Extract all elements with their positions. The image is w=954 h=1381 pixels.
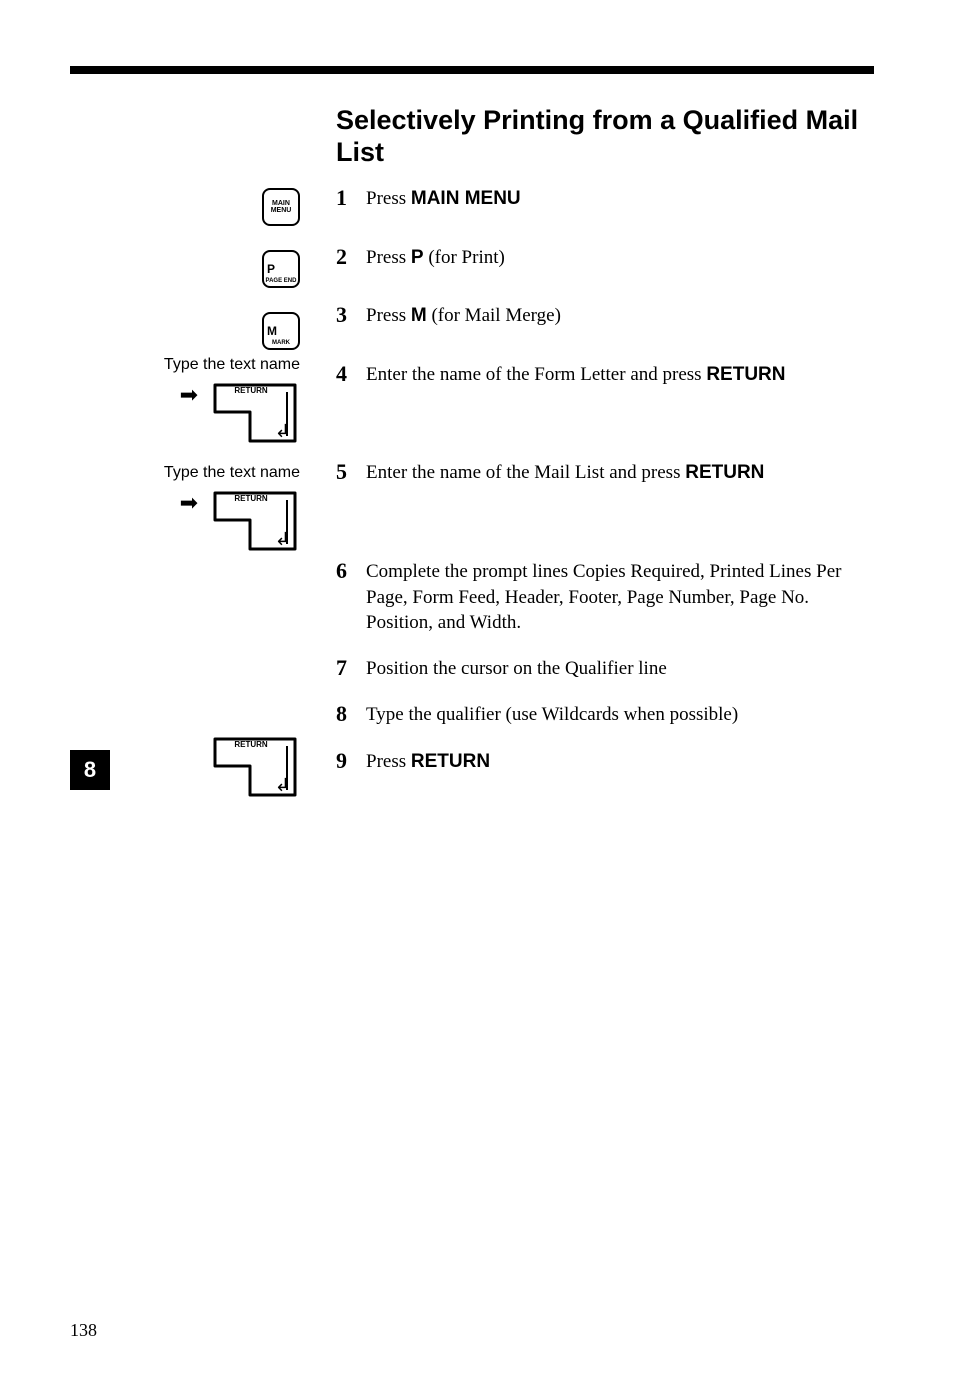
arrow-right-icon: ➡: [180, 384, 198, 406]
enter-arrow-icon: ↲: [275, 776, 290, 794]
step-post: (for Mail Merge): [427, 305, 561, 326]
step-text: Position the cursor on the Qualifier lin…: [366, 654, 876, 682]
chapter-tab: 8: [70, 750, 110, 790]
step-number: 6: [336, 557, 366, 586]
step-pre: Enter the name of the Mail List and pres…: [366, 462, 685, 483]
step-pre: Position the cursor on the Qualifier lin…: [366, 658, 667, 679]
step-row: 6 Complete the prompt lines Copies Requi…: [336, 557, 876, 636]
step-pre: Type the qualifier (use Wildcards when p…: [366, 704, 738, 725]
key-label: M: [264, 325, 277, 337]
key-label: MENU: [271, 207, 292, 214]
step-text: Press P (for Print): [366, 243, 876, 271]
step-text: Press MAIN MENU: [366, 184, 876, 212]
step-post: (for Print): [424, 247, 505, 268]
step-bold: RETURN: [685, 462, 764, 483]
step-text: Type the qualifier (use Wildcards when p…: [366, 700, 876, 728]
key-label: RETURN: [210, 386, 292, 395]
arrow-right-icon: ➡: [180, 492, 198, 514]
key-label: P: [264, 263, 275, 275]
step-number: 7: [336, 654, 366, 683]
caption-type-text-name: Type the text name: [70, 356, 310, 374]
step-text: Press M (for Mail Merge): [366, 301, 876, 329]
step-row: 5 Enter the name of the Mail List and pr…: [336, 458, 876, 487]
page-number: 138: [70, 1320, 97, 1341]
step-bold: P: [411, 247, 424, 268]
step-number: 1: [336, 184, 366, 213]
step-row: 9 Press RETURN: [336, 747, 876, 776]
step-pre: Complete the prompt lines Copies Require…: [366, 561, 841, 633]
enter-arrow-icon: ↲: [275, 422, 290, 440]
step-number: 9: [336, 747, 366, 776]
caption-type-text-name: Type the text name: [70, 464, 310, 482]
step-text: Enter the name of the Mail List and pres…: [366, 458, 876, 486]
key-sublabel: MARK: [264, 340, 298, 346]
step-row: 1 Press MAIN MENU: [336, 184, 876, 213]
step-bold: MAIN MENU: [411, 188, 521, 209]
step-number: 8: [336, 700, 366, 729]
return-key-icon: RETURN ↲: [210, 488, 300, 554]
step-row: 2 Press P (for Print): [336, 243, 876, 272]
p-key-icon: P PAGE END: [262, 250, 300, 288]
step-number: 4: [336, 360, 366, 389]
key-sublabel: PAGE END: [264, 278, 298, 284]
step-number: 2: [336, 243, 366, 272]
page-title: Selectively Printing from a Qualified Ma…: [336, 104, 876, 169]
right-column: 1 Press MAIN MENU 2 Press P (for Print) …: [336, 184, 876, 776]
step-number: 3: [336, 301, 366, 330]
step-row: 4 Enter the name of the Form Letter and …: [336, 360, 876, 389]
step-pre: Press: [366, 247, 411, 268]
step-bold: RETURN: [411, 751, 490, 772]
top-rule: [70, 66, 874, 74]
key-label: MAIN: [272, 200, 290, 207]
step-row: 8 Type the qualifier (use Wildcards when…: [336, 700, 876, 729]
step-text: Press RETURN: [366, 747, 876, 775]
main-menu-key-icon: MAIN MENU: [262, 188, 300, 226]
return-key-icon: RETURN ↲: [210, 380, 300, 446]
step-pre: Press: [366, 751, 411, 772]
enter-arrow-icon: ↲: [275, 530, 290, 548]
key-label: RETURN: [210, 740, 292, 749]
step-row: 3 Press M (for Mail Merge): [336, 301, 876, 330]
step-pre: Press: [366, 305, 411, 326]
step-text: Complete the prompt lines Copies Require…: [366, 557, 876, 636]
key-label: RETURN: [210, 494, 292, 503]
step-row: 7 Position the cursor on the Qualifier l…: [336, 654, 876, 683]
left-column: MAIN MENU P PAGE END M MARK Type the tex…: [70, 184, 310, 808]
step-pre: Enter the name of the Form Letter and pr…: [366, 364, 706, 385]
m-key-icon: M MARK: [262, 312, 300, 350]
step-bold: M: [411, 305, 427, 326]
return-key-icon: RETURN ↲: [210, 734, 300, 800]
step-bold: RETURN: [706, 364, 785, 385]
step-pre: Press: [366, 188, 411, 209]
step-text: Enter the name of the Form Letter and pr…: [366, 360, 876, 388]
step-number: 5: [336, 458, 366, 487]
